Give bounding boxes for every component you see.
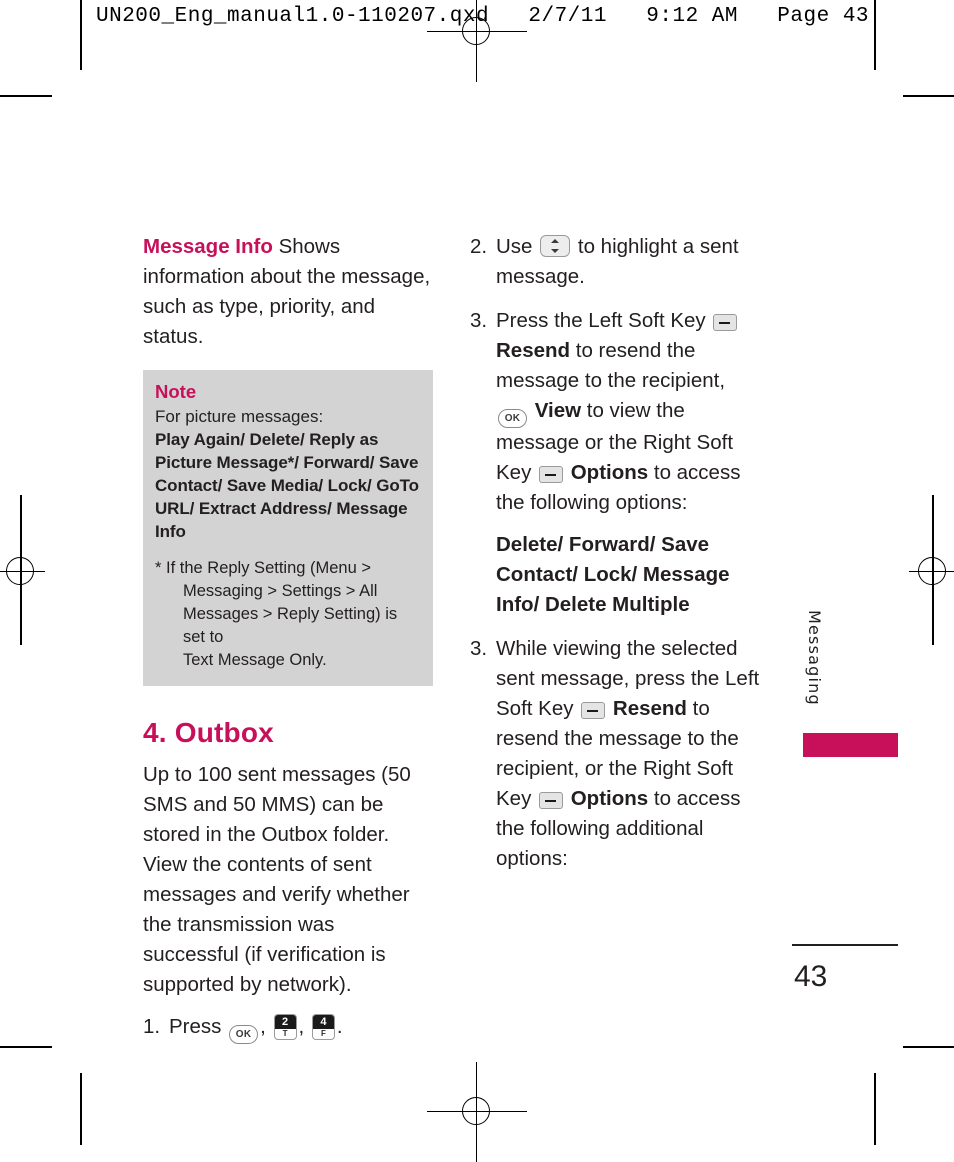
step-text: Use to highlight a sent message. [496,232,760,292]
step3a-text-1: Press the Left Soft Key [496,309,706,332]
comma-1: , [260,1015,266,1038]
manual-page: Message Info Shows information about the… [0,0,954,1145]
up-down-navigation-key-icon [540,235,571,257]
note-lead-text: For picture messages: [155,407,324,426]
step-text: While viewing the selected sent message,… [496,634,760,874]
outbox-step-1: 1. Press OK, 2T, 4F. [143,1012,433,1044]
page-number: 43 [794,960,828,993]
message-info-term: Message Info [143,235,273,258]
resend-label: Resend [496,339,571,362]
ok-key-icon: OK [229,1025,259,1044]
note-footnote-line-3: Messages > Reply Setting) is set to [183,605,398,646]
keypad-2-icon: 2T [273,1014,297,1040]
right-soft-key-icon [539,466,564,483]
options-label: Options [570,787,649,810]
note-footnote-line-2: Messaging > Settings > All [183,582,378,600]
footer-rule [792,944,898,946]
left-column: Message Info Shows information about the… [143,232,433,1056]
step-text: Press OK, 2T, 4F. [169,1012,433,1044]
step-text: Press the Left Soft Key Resend to resend… [496,306,760,518]
note-footnote-line-4: Text Message Only. [183,651,327,669]
options-label: Options [570,461,649,484]
comma-2: , [298,1015,305,1038]
outbox-step-3a: 3. Press the Left Soft Key Resend to res… [470,306,760,518]
use-label: Use [496,235,533,258]
note-footnote-marker: * [155,559,162,577]
keypad-4-icon: 4F [311,1014,335,1040]
side-tab-label-messaging: Messaging [805,610,824,706]
left-soft-key-icon [581,702,606,719]
step-number: 3. [470,309,488,332]
right-soft-key-icon [539,792,564,809]
section-heading-outbox: 4. Outbox [143,717,274,748]
side-tab-color-block [803,733,898,757]
view-label: View [534,399,582,422]
step2-tail: to highlight a sent message. [496,235,739,288]
outbox-step-2: 2. Use to highlight a sent message. [470,232,760,292]
step-number: 1. [143,1015,161,1038]
note-box: Note For picture messages: Play Again/ D… [143,370,433,686]
period: . [336,1015,343,1038]
step-number: 3. [470,637,488,660]
keypad-2-digit: 2 [274,1015,296,1029]
note-footnote: * If the Reply Setting (Menu > Messaging … [155,557,421,672]
keypad-2-letter: T [282,1029,288,1038]
keypad-4-digit: 4 [312,1015,334,1029]
press-label: Press [169,1015,222,1038]
message-info-paragraph: Message Info Shows information about the… [143,232,433,352]
note-title: Note [155,381,197,402]
note-footnote-line-1: If the Reply Setting (Menu > [166,559,372,577]
ok-key-icon: OK [498,409,527,428]
resend-label: Resend [612,697,687,720]
step-number: 2. [470,235,488,258]
outbox-description: Up to 100 sent messages (50 SMS and 50 M… [143,763,411,996]
outbox-step-3b: 3. While viewing the selected sent messa… [470,634,760,874]
note-options-list: Play Again/ Delete/ Reply as Picture Mes… [155,430,419,541]
left-soft-key-icon [713,314,738,331]
right-column: 2. Use to highlight a sent message. 3. P… [470,232,760,886]
keypad-4-letter: F [320,1029,326,1038]
step3a-options-list: Delete/ Forward/ Save Contact/ Lock/ Mes… [496,533,730,616]
